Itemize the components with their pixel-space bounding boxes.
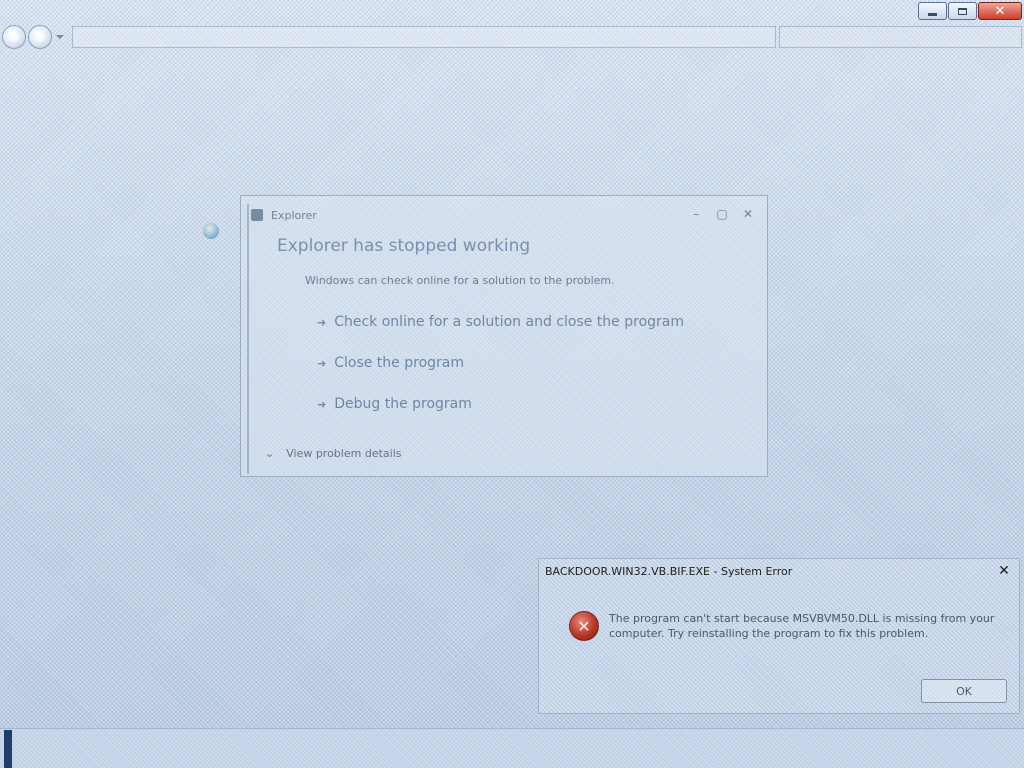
crash-heading: Explorer has stopped working xyxy=(277,236,531,256)
option-label: Debug the program xyxy=(334,396,472,412)
search-box[interactable] xyxy=(779,26,1022,48)
crash-close-icon[interactable]: ✕ xyxy=(741,207,755,221)
error-icon: ✕ xyxy=(569,611,599,641)
forward-arrow-icon xyxy=(35,32,45,42)
option-check-online[interactable]: ➜ Check online for a solution and close … xyxy=(317,314,684,330)
option-label: Close the program xyxy=(334,355,464,371)
crash-maximize-icon[interactable]: ▢ xyxy=(715,207,729,221)
window-controls: ✕ xyxy=(918,2,1022,20)
navigation-bar xyxy=(2,25,64,49)
option-arrow-icon: ➜ xyxy=(317,356,327,370)
option-arrow-icon: ➜ xyxy=(317,397,327,411)
option-close-program[interactable]: ➜ Close the program xyxy=(317,355,464,371)
crash-dialog: Explorer – ▢ ✕ Explorer has stopped work… xyxy=(240,195,768,477)
chevron-down-icon: ⌄ xyxy=(265,447,275,460)
crash-subtext: Windows can check online for a solution … xyxy=(305,274,615,287)
crash-dialog-titlebar: Explorer – ▢ ✕ xyxy=(251,204,759,226)
back-button[interactable] xyxy=(2,25,26,49)
status-bar xyxy=(0,728,1024,768)
recent-pages-dropdown-icon[interactable] xyxy=(56,35,64,39)
crash-dialog-title: Explorer xyxy=(271,208,317,222)
details-label: View problem details xyxy=(286,447,402,460)
explorer-icon xyxy=(203,223,219,239)
option-label: Check online for a solution and close th… xyxy=(334,314,684,330)
close-button[interactable]: ✕ xyxy=(978,2,1022,20)
close-icon[interactable]: ✕ xyxy=(995,562,1013,580)
dialog-frame-edge xyxy=(247,204,249,474)
ok-button[interactable]: OK xyxy=(921,679,1007,703)
crash-minimize-icon[interactable]: – xyxy=(689,207,703,221)
error-message: The program can't start because MSVBVM50… xyxy=(609,612,995,640)
minimize-button[interactable] xyxy=(918,2,947,20)
option-arrow-icon: ➜ xyxy=(317,315,327,329)
system-error-dialog: BACKDOOR.WIN32.VB.BIF.EXE - System Error… xyxy=(538,558,1020,714)
crash-dialog-controls: – ▢ ✕ xyxy=(689,207,755,221)
view-problem-details[interactable]: ⌄ View problem details xyxy=(265,447,401,460)
status-edge xyxy=(4,730,12,768)
address-bar[interactable] xyxy=(72,26,776,48)
minimize-icon xyxy=(928,12,937,16)
close-icon: ✕ xyxy=(994,3,1006,19)
restore-icon xyxy=(958,7,967,15)
option-debug-program[interactable]: ➜ Debug the program xyxy=(317,396,472,412)
forward-button[interactable] xyxy=(28,25,52,49)
app-icon xyxy=(251,209,263,221)
back-arrow-icon xyxy=(9,32,19,42)
error-dialog-title: BACKDOOR.WIN32.VB.BIF.EXE - System Error xyxy=(545,565,793,578)
restore-button[interactable] xyxy=(948,2,977,20)
